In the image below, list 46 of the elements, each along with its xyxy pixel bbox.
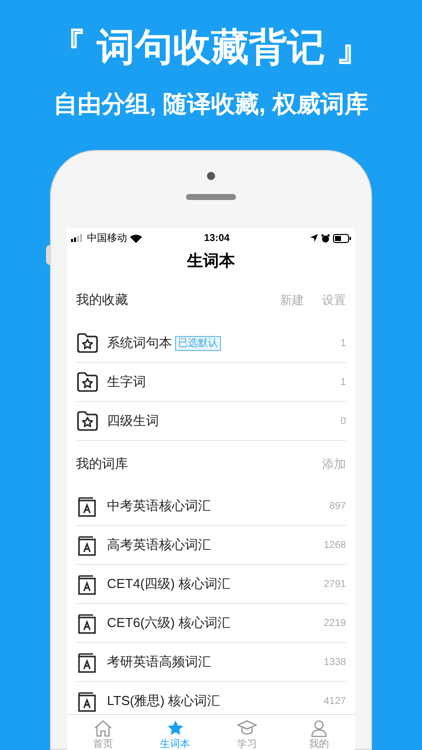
default-badge: 已选默认 [175,336,221,350]
book-icon [78,652,96,672]
subheadline: 自由分组, 随译收藏, 权威词库 [54,90,368,120]
library-name[interactable]: 考研英语高频词汇 [107,652,211,672]
signal-icon [71,234,85,242]
battery-icon [333,234,351,242]
library-name[interactable]: LTS(雅思) 核心词汇 [107,691,220,711]
book-icon [78,574,96,594]
collection-name[interactable]: 生字词 [107,372,146,392]
location-icon [310,234,318,242]
person-icon [311,720,327,736]
collection-name[interactable]: 系统词句本 [107,333,172,353]
star-icon [166,720,184,736]
section-title: 我的词库 [76,455,129,474]
home-icon [94,720,112,736]
item-count: 1 [340,376,346,390]
item-count: 2219 [324,616,346,630]
folder-star-icon [76,411,98,431]
book-icon [78,496,96,516]
status-time: 13:04 [204,232,230,246]
book-icon [78,612,96,634]
alarm-icon [321,234,330,242]
item-count: 0 [340,414,346,428]
folder-star-icon [76,372,98,392]
carrier-name: 中国移动 [87,232,127,246]
library-name[interactable]: 中考英语核心词汇 [107,496,211,516]
library-name[interactable]: 高考英语核心词汇 [107,535,211,555]
library-name[interactable]: CET6(六级) 核心词汇 [107,613,230,633]
graduation-cap-icon [237,720,257,736]
item-count: 897 [329,500,346,514]
library-name[interactable]: CET4(四级) 核心词汇 [107,574,230,594]
speaker-grille [186,194,236,200]
item-count: 4127 [324,694,346,708]
section-title: 我的收藏 [76,291,129,310]
folder-star-icon [76,333,98,353]
book-icon [78,690,96,712]
book-icon [78,534,96,556]
item-count: 1 [340,336,346,350]
headline: 『 词句收藏背记 』 [48,26,374,71]
page-title: 生词本 [187,252,235,272]
item-count: 1338 [324,656,346,670]
item-count: 1268 [324,538,346,552]
collection-name[interactable]: 四级生词 [107,411,159,431]
item-count: 2791 [324,578,346,592]
wifi-icon [130,234,142,242]
camera-icon [207,172,215,180]
